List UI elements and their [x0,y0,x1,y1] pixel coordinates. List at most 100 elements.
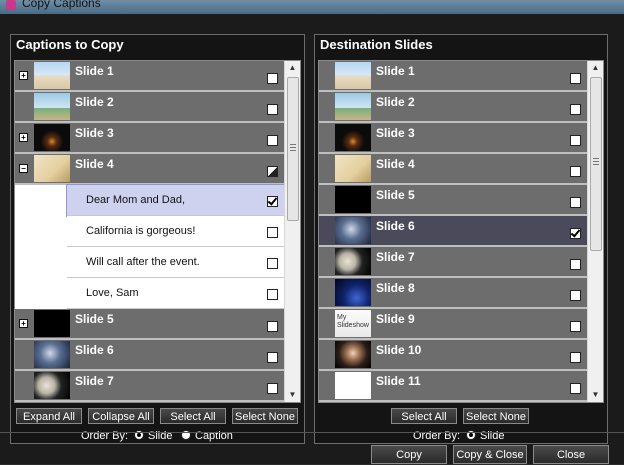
captions-panel-title: Captions to Copy [16,37,124,52]
slide-row[interactable]: − Slide 4 [15,154,284,185]
slide-row[interactable]: Slide 1 [319,61,587,92]
destination-scrollbar[interactable]: ▲ ▼ [587,61,603,402]
scroll-up-arrow-icon[interactable]: ▲ [588,61,603,75]
slide-label: Slide 1 [75,64,114,78]
slide-label: Slide 5 [376,188,415,202]
slide-label: Slide 1 [376,64,415,78]
caption-row[interactable]: Will call after the event. [67,247,284,278]
slide-thumbnail [34,310,70,337]
row-checkbox[interactable] [267,227,278,238]
slide-row[interactable]: + Slide 5 [15,309,284,340]
caption-row[interactable]: Dear Mom and Dad, [66,184,285,217]
collapse-icon[interactable]: − [19,164,28,173]
slide-row[interactable]: Slide 5 [319,185,587,216]
slide-thumbnail [335,341,371,368]
row-checkbox[interactable] [570,166,581,177]
captions-rows: + Slide 1 Slide 2 + Slide 3 − Slide 4 Dear Mom … [15,61,285,402]
footer-divider [0,432,624,433]
scroll-thumb[interactable] [590,77,602,251]
slide-row[interactable]: Slide 11 [319,371,587,402]
slide-thumbnail [335,217,371,244]
caption-row[interactable]: Love, Sam [67,278,284,309]
slide-label: Slide 2 [376,95,415,109]
slide-label: Slide 7 [376,250,415,264]
slide-row[interactable]: Slide 2 [15,92,284,123]
scroll-thumb[interactable] [287,77,299,221]
close-button[interactable]: Close [533,445,609,464]
row-checkbox[interactable] [267,166,278,177]
row-checkbox[interactable] [570,135,581,146]
slide-row[interactable]: Slide 7 [15,371,284,402]
select-none-captions-button[interactable]: Select None [232,408,298,424]
scroll-grip-icon [593,161,599,162]
row-checkbox[interactable] [570,383,581,394]
select-all-slides-button[interactable]: Select All [391,408,457,424]
slide-row[interactable]: Slide 3 [319,123,587,154]
row-checkbox[interactable] [267,73,278,84]
row-checkbox[interactable] [570,259,581,270]
slide-row[interactable]: + Slide 1 [15,61,284,92]
row-checkbox[interactable] [570,321,581,332]
slide-label: Slide 11 [376,374,421,388]
row-checkbox[interactable] [267,258,278,269]
collapse-all-button[interactable]: Collapse All [88,408,154,424]
slide-row[interactable]: Slide 7 [319,247,587,278]
row-checkbox[interactable] [267,383,278,394]
row-checkbox[interactable] [570,228,581,239]
row-checkbox[interactable] [570,352,581,363]
slide-row[interactable]: Slide 6 [15,340,284,371]
slide-row[interactable]: Slide 6 [319,216,587,247]
caption-row[interactable]: California is gorgeous! [67,216,284,247]
slide-thumbnail [34,93,70,120]
captions-panel: Captions to Copy + Slide 1 Slide 2 + Slide 3… [10,34,305,444]
caption-text: Love, Sam [86,287,139,299]
caption-text: Dear Mom and Dad, [86,194,186,206]
row-checkbox[interactable] [570,290,581,301]
slide-thumbnail: My Slideshow [335,310,371,337]
slide-label: Slide 4 [376,157,415,171]
copy-button[interactable]: Copy [371,445,447,464]
destination-rows: Slide 1 Slide 2 Slide 3 Slide 4 Slide 5 Slide… [319,61,587,402]
slide-row[interactable]: My Slideshow Slide 9 [319,309,587,340]
scroll-grip-icon [290,150,296,151]
row-checkbox[interactable] [267,196,278,207]
scroll-up-arrow-icon[interactable]: ▲ [285,61,300,75]
slide-row[interactable]: Slide 4 [319,154,587,185]
slide-row[interactable]: Slide 10 [319,340,587,371]
slide-label: Slide 9 [376,312,415,326]
slide-row[interactable]: Slide 2 [319,92,587,123]
scroll-grip-icon [290,147,296,148]
slide-thumbnail [335,279,371,306]
slide-label: Slide 8 [376,281,415,295]
slide-thumbnail [335,62,371,89]
captions-scrollbar[interactable]: ▲ ▼ [284,61,300,402]
select-all-captions-button[interactable]: Select All [160,408,226,424]
scroll-down-arrow-icon[interactable]: ▼ [588,388,603,402]
row-checkbox[interactable] [570,73,581,84]
slide-thumbnail [34,155,70,182]
captions-list[interactable]: + Slide 1 Slide 2 + Slide 3 − Slide 4 Dear Mom … [14,60,301,403]
row-checkbox[interactable] [267,352,278,363]
window-title: Copy Captions [22,0,101,10]
slide-row[interactable]: Slide 8 [319,278,587,309]
row-checkbox[interactable] [570,104,581,115]
copy-close-button[interactable]: Copy & Close [453,445,527,464]
slide-thumbnail [34,372,70,399]
slide-thumbnail [335,124,371,151]
row-checkbox[interactable] [267,289,278,300]
destination-list[interactable]: Slide 1 Slide 2 Slide 3 Slide 4 Slide 5 Slide… [318,60,604,403]
row-checkbox[interactable] [267,104,278,115]
expand-icon[interactable]: + [19,71,28,80]
app-logo-icon [6,0,16,10]
slide-row[interactable]: + Slide 3 [15,123,284,154]
expand-icon[interactable]: + [19,319,28,328]
slide-label: Slide 7 [75,374,114,388]
row-checkbox[interactable] [267,321,278,332]
row-checkbox[interactable] [570,197,581,208]
select-none-slides-button[interactable]: Select None [463,408,529,424]
scroll-down-arrow-icon[interactable]: ▼ [285,388,300,402]
row-checkbox[interactable] [267,135,278,146]
expand-all-button[interactable]: Expand All [16,408,82,424]
slide-label: Slide 3 [75,126,114,140]
expand-icon[interactable]: + [19,133,28,142]
